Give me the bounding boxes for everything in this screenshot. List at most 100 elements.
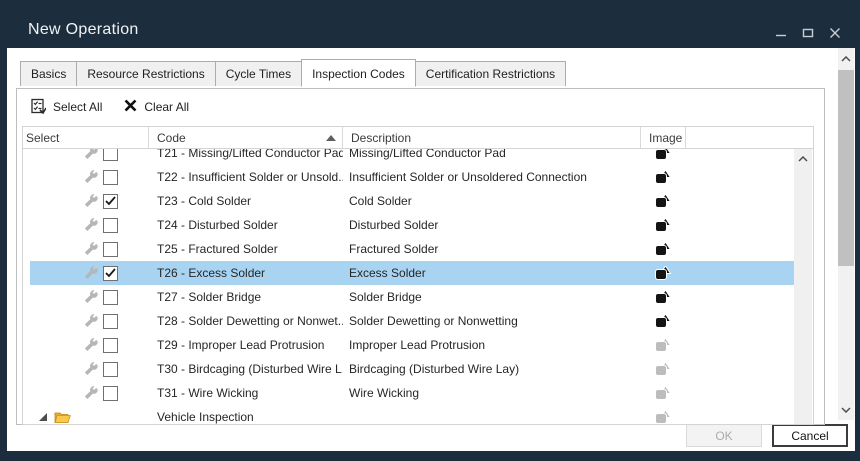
- row-filler: [686, 213, 796, 237]
- table-row[interactable]: T27 - Solder BridgeSolder Bridge: [23, 285, 796, 309]
- select-cell: [30, 381, 149, 405]
- row-checkbox[interactable]: [103, 314, 118, 329]
- select-all-button[interactable]: Select All: [30, 98, 102, 117]
- image-cell: [641, 405, 686, 425]
- row-checkbox[interactable]: [103, 218, 118, 233]
- tab-inspection-codes[interactable]: Inspection Codes: [301, 59, 416, 87]
- row-checkbox[interactable]: [103, 362, 118, 377]
- tab-certification-restrictions[interactable]: Certification Restrictions: [415, 61, 566, 86]
- row-checkbox[interactable]: [103, 170, 118, 185]
- row-checkbox[interactable]: [103, 242, 118, 257]
- row-filler: [686, 309, 796, 333]
- dialog-scroll-up-icon[interactable]: [838, 50, 854, 67]
- row-indicator-gutter: [23, 189, 30, 213]
- image-icon[interactable]: [655, 194, 672, 209]
- select-all-icon: [30, 98, 46, 117]
- window-title: New Operation: [28, 21, 139, 39]
- table-row[interactable]: T29 - Improper Lead ProtrusionImproper L…: [23, 333, 796, 357]
- row-checkbox-checked[interactable]: [103, 266, 118, 281]
- table-row[interactable]: T24 - Disturbed SolderDisturbed Solder: [23, 213, 796, 237]
- wrench-icon: [84, 362, 98, 376]
- minimize-icon[interactable]: [774, 26, 788, 40]
- column-header-image[interactable]: Image: [641, 127, 686, 148]
- table-row[interactable]: T30 - Birdcaging (Disturbed Wire L...Bir…: [23, 357, 796, 381]
- select-cell: [30, 261, 149, 285]
- dialog-scroll-down-icon[interactable]: [838, 401, 854, 418]
- column-header-code[interactable]: Code: [149, 127, 343, 148]
- wrench-icon: [84, 338, 98, 352]
- scroll-up-icon[interactable]: [794, 152, 812, 166]
- image-icon[interactable]: [655, 266, 672, 281]
- table-row[interactable]: T31 - Wire WickingWire Wicking: [23, 381, 796, 405]
- row-checkbox[interactable]: [103, 149, 118, 161]
- inspection-codes-panel: Select All Clear All Select Code Descr: [16, 88, 825, 425]
- row-checkbox[interactable]: [103, 290, 118, 305]
- row-filler: [686, 189, 796, 213]
- cancel-button[interactable]: Cancel: [772, 424, 848, 447]
- group-row[interactable]: Vehicle Inspection: [23, 405, 796, 425]
- description-cell: Cold Solder: [343, 189, 641, 213]
- description-cell: Fractured Solder: [343, 237, 641, 261]
- wrench-icon: [84, 314, 98, 328]
- row-filler: [686, 165, 796, 189]
- row-checkbox[interactable]: [103, 338, 118, 353]
- ok-button[interactable]: OK: [686, 424, 762, 447]
- expander-expanded-icon[interactable]: [39, 413, 47, 421]
- select-cell: [30, 405, 149, 425]
- table-row[interactable]: T23 - Cold SolderCold Solder: [23, 189, 796, 213]
- table-row[interactable]: T22 - Insufficient Solder or Unsold...In…: [23, 165, 796, 189]
- code-cell: T30 - Birdcaging (Disturbed Wire L...: [149, 357, 343, 381]
- wrench-icon: [84, 218, 98, 232]
- image-icon[interactable]: [655, 386, 672, 401]
- image-icon[interactable]: [655, 290, 672, 305]
- window-controls: [774, 26, 842, 40]
- wrench-icon: [84, 290, 98, 304]
- clear-all-button[interactable]: Clear All: [124, 99, 189, 115]
- image-icon[interactable]: [655, 149, 672, 161]
- tab-cycle-times[interactable]: Cycle Times: [215, 61, 302, 86]
- image-cell: [641, 285, 686, 309]
- tab-resource-restrictions[interactable]: Resource Restrictions: [76, 61, 215, 86]
- image-icon[interactable]: [655, 410, 672, 425]
- description-cell: Birdcaging (Disturbed Wire Lay): [343, 357, 641, 381]
- image-icon[interactable]: [655, 314, 672, 329]
- grid-vertical-scrollbar[interactable]: [794, 149, 812, 425]
- row-filler: [686, 357, 796, 381]
- dialog-scrollbar-thumb[interactable]: [838, 70, 854, 266]
- code-cell: T23 - Cold Solder: [149, 189, 343, 213]
- image-icon[interactable]: [655, 362, 672, 377]
- dialog-footer: OK Cancel: [7, 424, 855, 448]
- close-icon[interactable]: [828, 26, 842, 40]
- table-row[interactable]: T21 - Missing/Lifted Conductor PadMissin…: [23, 149, 796, 165]
- tab-basics[interactable]: Basics: [20, 61, 77, 86]
- image-icon[interactable]: [655, 242, 672, 257]
- row-checkbox[interactable]: [103, 386, 118, 401]
- group-label: Vehicle Inspection: [149, 405, 343, 425]
- clear-all-label: Clear All: [144, 100, 189, 114]
- inspection-codes-grid: Select Code Description Image T21 - Miss…: [22, 126, 814, 425]
- wrench-icon: [84, 266, 98, 280]
- table-row[interactable]: T25 - Fractured SolderFractured Solder: [23, 237, 796, 261]
- row-checkbox-checked[interactable]: [103, 194, 118, 209]
- table-row[interactable]: T26 - Excess SolderExcess Solder: [23, 261, 796, 285]
- column-header-select[interactable]: Select: [23, 127, 149, 148]
- wrench-icon: [84, 386, 98, 400]
- wrench-icon: [84, 194, 98, 208]
- maximize-icon[interactable]: [801, 26, 815, 40]
- dialog-vertical-scrollbar[interactable]: [838, 48, 854, 420]
- image-icon[interactable]: [655, 338, 672, 353]
- description-cell: Missing/Lifted Conductor Pad: [343, 149, 641, 165]
- select-cell: [30, 165, 149, 189]
- row-filler: [686, 261, 796, 285]
- image-icon[interactable]: [655, 170, 672, 185]
- image-cell: [641, 237, 686, 261]
- dialog-content: BasicsResource RestrictionsCycle TimesIn…: [7, 48, 855, 451]
- wrench-icon: [84, 242, 98, 256]
- image-cell: [641, 189, 686, 213]
- image-icon[interactable]: [655, 218, 672, 233]
- table-row[interactable]: T28 - Solder Dewetting or Nonwet...Solde…: [23, 309, 796, 333]
- column-header-description[interactable]: Description: [343, 127, 641, 148]
- select-cell: [30, 189, 149, 213]
- image-cell: [641, 261, 686, 285]
- tab-bar: BasicsResource RestrictionsCycle TimesIn…: [20, 61, 565, 86]
